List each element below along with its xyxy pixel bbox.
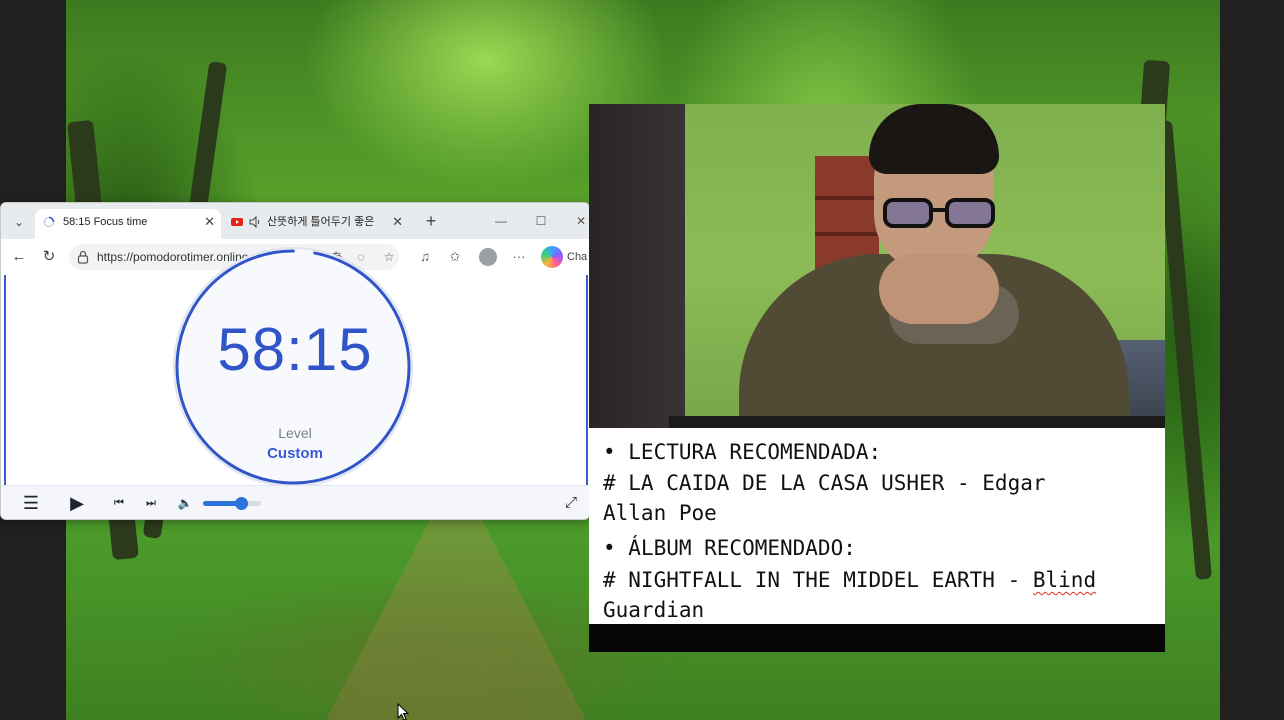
media-player-bar: ☰ ▶ ⏮ ⏭ 🔈 ⤢ xyxy=(1,485,589,519)
album-heading: • ÁLBUM RECOMENDADO: xyxy=(603,536,856,560)
tab-title: 58:15 Focus time xyxy=(63,216,148,228)
tab-youtube[interactable]: 산뜻하게 틀어두기 좋은 ✕ xyxy=(225,209,409,239)
webcam-video xyxy=(589,104,1165,428)
volume-handle[interactable] xyxy=(234,497,248,510)
youtube-icon xyxy=(231,218,243,226)
reading-heading: • LECTURA RECOMENDADA: xyxy=(603,440,882,464)
volume-slider[interactable] xyxy=(203,497,261,510)
desktop: ⌄ 58:15 Focus time ✕ 산뜻하게 틀어두기 좋은 ✕ + — … xyxy=(0,0,1284,720)
album-artist: Guardian xyxy=(603,598,705,622)
tab-actions-chevron-down-icon[interactable]: ⌄ xyxy=(9,212,29,232)
level-label: Level xyxy=(278,425,312,441)
media-extension-icon[interactable]: ♫ xyxy=(415,247,435,267)
lock-icon xyxy=(77,250,89,264)
close-window-icon[interactable]: ✕ xyxy=(569,209,589,233)
level-value[interactable]: Custom xyxy=(173,445,417,462)
reading-title: # LA CAIDA DE LA CASA USHER - Edgar xyxy=(603,471,1046,495)
recommendation-panel: • LECTURA RECOMENDADA: # LA CAIDA DE LA … xyxy=(589,428,1165,624)
page-border-left xyxy=(4,275,6,485)
person-hair xyxy=(869,104,999,174)
new-tab-button[interactable]: + xyxy=(419,209,443,233)
album-title-text: # NIGHTFALL IN THE MIDDEL EARTH - xyxy=(603,568,1033,592)
speaker-icon[interactable] xyxy=(249,216,261,228)
play-icon[interactable]: ▶ xyxy=(67,493,87,513)
pomodoro-page: 58:15 Level Custom xyxy=(1,247,589,487)
copilot-icon[interactable] xyxy=(541,246,563,268)
forest-path xyxy=(326,520,586,720)
page-border-right xyxy=(586,275,588,485)
wardrobe xyxy=(589,104,685,428)
timer-display: 58:15 xyxy=(217,316,373,383)
back-arrow-icon[interactable]: ← xyxy=(9,247,29,267)
next-track-icon[interactable]: ⏭ xyxy=(141,493,161,513)
favorites-icon[interactable]: ✩ xyxy=(445,247,465,267)
browser-window: ⌄ 58:15 Focus time ✕ 산뜻하게 틀어두기 좋은 ✕ + — … xyxy=(0,202,590,520)
fullscreen-icon[interactable]: ⤢ xyxy=(561,493,581,513)
spellcheck-flagged-word: Blind xyxy=(1032,568,1097,592)
more-options-icon[interactable]: ··· xyxy=(509,247,529,267)
reading-author: Allan Poe xyxy=(603,501,717,525)
loading-spinner-icon xyxy=(43,216,55,228)
tab-focus-time[interactable]: 58:15 Focus time ✕ xyxy=(35,209,221,239)
mouse-cursor-icon xyxy=(397,703,410,720)
minimize-icon[interactable]: — xyxy=(489,209,513,233)
close-tab-icon[interactable]: ✕ xyxy=(392,209,403,235)
folded-hands xyxy=(879,254,999,324)
tab-title: 산뜻하게 틀어두기 좋은 xyxy=(267,216,375,228)
previous-track-icon[interactable]: ⏮ xyxy=(109,493,129,513)
shelf-board xyxy=(815,196,879,200)
volume-icon[interactable]: 🔈 xyxy=(175,493,195,513)
shelf-board xyxy=(815,232,879,236)
desk-edge xyxy=(669,416,1165,428)
tab-strip: ⌄ 58:15 Focus time ✕ 산뜻하게 틀어두기 좋은 ✕ + — … xyxy=(1,203,589,239)
profile-avatar[interactable] xyxy=(479,248,497,266)
close-tab-icon[interactable]: ✕ xyxy=(204,209,215,235)
right-dark-margin xyxy=(1220,0,1284,720)
refresh-icon[interactable]: ↻ xyxy=(39,247,59,267)
glasses xyxy=(883,198,995,228)
maximize-icon[interactable]: ☐ xyxy=(529,209,553,233)
album-title: # NIGHTFALL IN THE MIDDEL EARTH - Blind xyxy=(603,568,1096,592)
caption-bottom-bar xyxy=(589,624,1165,652)
menu-icon[interactable]: ☰ xyxy=(21,493,41,513)
copilot-label[interactable]: Cha xyxy=(567,239,587,275)
